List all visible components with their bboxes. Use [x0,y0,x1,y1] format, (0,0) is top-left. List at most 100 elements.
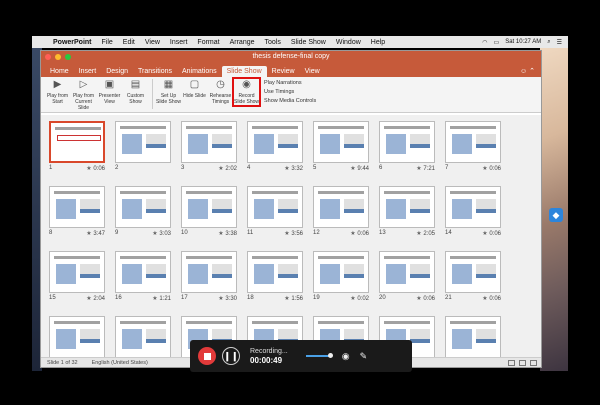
slide-preview[interactable] [181,251,237,293]
slide-thumbnail[interactable]: 7 ★ 0:06 [445,121,501,173]
play-narrations-option[interactable]: Play Narrations [264,80,316,86]
slide-thumbnail[interactable]: 9 ★ 3:03 [115,186,171,238]
volume-slider[interactable] [305,353,333,358]
slide-thumbnail[interactable]: 1 ★ 0:06 [49,121,105,173]
slide-preview[interactable] [247,186,303,228]
slide-thumbnail[interactable]: 18 ★ 1:56 [247,251,303,303]
slide-meta: 8 ★ 3:47 [49,230,105,238]
slide-preview[interactable] [49,121,105,163]
menu-view[interactable]: View [140,39,165,46]
slide-preview[interactable] [115,316,171,358]
slide-preview[interactable] [49,251,105,293]
menu-app-powerpoint[interactable]: PowerPoint [48,39,97,46]
slide-preview[interactable] [379,251,435,293]
camera-icon[interactable]: ◉ [342,351,350,362]
slide-preview[interactable] [379,186,435,228]
slide-preview[interactable] [313,186,369,228]
slide-preview[interactable] [115,186,171,228]
slide-preview[interactable] [445,251,501,293]
slide-thumbnail[interactable]: 21 ★ 0:06 [445,251,501,303]
slide-thumbnail[interactable]: 19 ★ 0:02 [313,251,369,303]
play-from-start-button[interactable]: ▶ Play from Start [45,79,70,106]
slide-preview[interactable] [379,121,435,163]
tab-insert[interactable]: Insert [74,66,102,77]
use-timings-option[interactable]: Use Timings [264,89,316,95]
slide-thumbnail[interactable]: 16 ★ 1:21 [115,251,171,303]
battery-icon[interactable]: ▭ [494,39,500,46]
slide-preview[interactable] [181,121,237,163]
menu-window[interactable]: Window [331,39,366,46]
tab-design[interactable]: Design [101,66,133,77]
stop-recording-button[interactable] [198,347,216,365]
menu-tools[interactable]: Tools [260,39,286,46]
slide-preview[interactable] [445,121,501,163]
slide-thumbnail[interactable]: 11 ★ 3:56 [247,186,303,238]
menu-edit[interactable]: Edit [118,39,140,46]
tab-review[interactable]: Review [267,66,300,77]
slide-preview[interactable] [313,251,369,293]
slide-preview[interactable] [445,186,501,228]
menu-help[interactable]: Help [366,39,390,46]
dropbox-icon[interactable]: ◆ [549,208,563,222]
set-up-slide-show-button[interactable]: ▦ Set Up Slide Show [156,79,181,106]
record-slide-show-button[interactable]: ◉ Record Slide Show [232,77,261,107]
slide-chart [476,264,496,278]
menu-insert[interactable]: Insert [165,39,193,46]
slide-thumbnail[interactable]: 8 ★ 3:47 [49,186,105,238]
slide-preview[interactable] [181,186,237,228]
slide-chart [278,264,298,278]
slide-sorter-view-icon[interactable] [519,359,526,366]
language-indicator[interactable]: English (United States) [92,360,148,366]
normal-view-icon[interactable] [508,359,515,366]
slide-thumbnail[interactable]: 20 ★ 0:06 [379,251,435,303]
tab-transitions[interactable]: Transitions [133,66,177,77]
clock[interactable]: Sat 10:27 AM [505,39,541,45]
slide-preview[interactable] [247,251,303,293]
hide-slide-button[interactable]: ▢ Hide Slide [182,79,207,100]
slide-thumbnail[interactable]: 12 ★ 0:06 [313,186,369,238]
slide-thumbnail[interactable]: 15 ★ 2:04 [49,251,105,303]
slide-thumbnail[interactable]: 2 [115,121,171,173]
menu-arrange[interactable]: Arrange [225,39,260,46]
spotlight-search-icon[interactable]: ⌕ [547,39,550,46]
slide-preview[interactable] [49,186,105,228]
menu-format[interactable]: Format [192,39,224,46]
slide-thumbnail[interactable]: 5 ★ 9:44 [313,121,369,173]
slide-thumbnail[interactable]: 4 ★ 3:32 [247,121,303,173]
slide-preview[interactable] [115,251,171,293]
notification-center-icon[interactable]: ☰ [557,39,562,46]
slide-thumbnail[interactable]: 17 ★ 3:30 [181,251,237,303]
tab-slide-show[interactable]: Slide Show [221,66,267,77]
slide-figure [254,134,274,154]
slide-thumbnail[interactable]: 13 ★ 2:05 [379,186,435,238]
menu-slide-show[interactable]: Slide Show [286,39,331,46]
tab-home[interactable]: Home [45,66,74,77]
slide-preview[interactable] [49,316,105,358]
slide-thumbnail[interactable]: 22★ 0:37 [49,316,105,358]
slide-time: 2:02 [225,166,237,172]
menu-file[interactable]: File [97,39,118,46]
slide-preview[interactable] [247,121,303,163]
slide-number: 20 [379,295,386,301]
user-account-icon[interactable]: ☺ ⌃ [514,65,541,77]
slide-preview[interactable] [445,316,501,358]
slide-thumbnail[interactable]: 10 ★ 3:38 [181,186,237,238]
slide-thumbnail[interactable]: 14 ★ 0:06 [445,186,501,238]
slide-preview[interactable] [313,121,369,163]
slide-thumbnail[interactable]: 3 ★ 2:02 [181,121,237,173]
reading-view-icon[interactable] [530,359,537,366]
pen-icon[interactable]: ✎ [360,351,368,362]
slide-thumbnail[interactable]: 6 ★ 7:21 [379,121,435,173]
slide-preview[interactable] [115,121,171,163]
slide-thumbnail[interactable]: 23★ 0:06 [115,316,171,358]
tab-view[interactable]: View [300,66,325,77]
slide-thumbnail[interactable]: 28 [445,316,501,358]
wifi-icon[interactable]: ◠ [482,39,487,46]
pause-recording-button[interactable]: ❙❙ [222,347,240,365]
tab-animations[interactable]: Animations [177,66,222,77]
presenter-view-button[interactable]: ▣ Presenter View [97,79,122,106]
show-media-controls-option[interactable]: Show Media Controls [264,98,316,104]
rehearse-timings-button[interactable]: ◷ Rehearse Timings [208,79,233,106]
play-from-current-slide-button[interactable]: ▷ Play from Current Slide [71,79,96,112]
custom-show-button[interactable]: ▤ Custom Show [123,79,148,106]
